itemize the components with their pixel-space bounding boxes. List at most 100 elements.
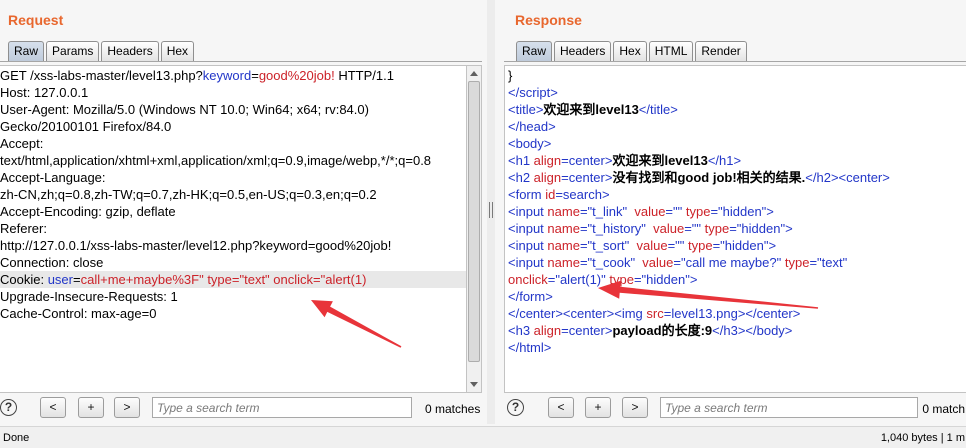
scroll-up-button[interactable] — [467, 66, 481, 81]
code-token: align — [533, 170, 562, 185]
code-line: zh-CN,zh;q=0.8,zh-TW;q=0.7,zh-HK;q=0.5,e… — [0, 186, 466, 203]
code-line: Connection: close — [0, 254, 466, 271]
code-token: ="" — [667, 238, 689, 253]
tab-raw[interactable]: Raw — [8, 41, 45, 61]
status-text: Done — [3, 432, 30, 444]
code-token: Accept-Language: — [0, 170, 106, 185]
code-token: ="call me maybe?" — [673, 255, 785, 270]
tab-raw[interactable]: Raw — [516, 41, 553, 61]
code-token: </title> — [638, 102, 678, 117]
response-tabs: Raw Headers Hex HTML Render — [516, 41, 747, 61]
code-token: </center><center><img — [508, 306, 647, 321]
code-token: </script> — [508, 85, 558, 100]
code-line: Accept-Encoding: gzip, deflate — [0, 203, 466, 220]
previous-match-button[interactable]: < — [548, 397, 574, 418]
tab-strip-line — [504, 61, 966, 62]
request-title: Request — [8, 12, 64, 28]
code-token: keyword — [202, 68, 252, 83]
code-token: type — [609, 272, 634, 287]
code-token: User-Agent: Mozilla/5.0 (Windows NT 10.0… — [0, 102, 369, 117]
code-token: call+me+maybe%3F" type="text" onclick="a… — [80, 272, 367, 287]
code-token: name — [547, 204, 580, 219]
code-token: payload的长度:9 — [612, 323, 713, 338]
tab-hex[interactable]: Hex — [613, 41, 647, 61]
search-options-button[interactable]: + — [585, 397, 611, 418]
code-token: </h2><center> — [805, 170, 890, 185]
code-line: <h2 align=center>没有找到和good job!相关的结果.</h… — [508, 169, 966, 186]
scroll-down-button[interactable] — [467, 377, 481, 392]
code-token: name — [547, 221, 580, 236]
code-token: src — [646, 306, 664, 321]
code-token: =search> — [555, 187, 610, 202]
response-title: Response — [515, 12, 582, 28]
code-token: ="hidden"> — [710, 204, 774, 219]
code-token: name — [547, 238, 580, 253]
code-line: Gecko/20100101 Firefox/84.0 — [0, 118, 466, 135]
code-line: <input name="t_sort" value="" type="hidd… — [508, 237, 966, 254]
next-match-button[interactable]: > — [114, 397, 140, 418]
help-icon[interactable]: ? — [507, 399, 524, 416]
code-token: value — [636, 238, 668, 253]
code-token: zh-CN,zh;q=0.8,zh-TW;q=0.7,zh-HK;q=0.5,e… — [0, 187, 377, 202]
previous-match-button[interactable]: < — [40, 397, 66, 418]
code-token: id — [545, 187, 556, 202]
tab-html[interactable]: HTML — [648, 41, 694, 61]
tab-params[interactable]: Params — [46, 41, 100, 61]
code-line: </head> — [508, 118, 966, 135]
request-editor[interactable]: GET /xss-labs-master/level13.php?keyword… — [0, 65, 467, 393]
pane-divider[interactable] — [487, 0, 495, 424]
request-search-input[interactable] — [152, 397, 412, 418]
code-line: User-Agent: Mozilla/5.0 (Windows NT 10.0… — [0, 101, 466, 118]
request-tabs: Raw Params Headers Hex — [8, 41, 195, 61]
code-token: align — [533, 153, 562, 168]
code-line: } — [508, 67, 966, 84]
code-token: ="t_sort" — [579, 238, 637, 253]
drag-handle-icon — [489, 202, 493, 218]
response-search-input[interactable] — [660, 397, 918, 418]
scroll-thumb[interactable] — [468, 81, 480, 363]
code-line: </form> — [508, 288, 966, 305]
response-editor[interactable]: } </script> <title>欢迎来到level13</title> </he… — [504, 65, 966, 393]
code-token: onclick — [508, 272, 548, 287]
tab-headers[interactable]: Headers — [101, 41, 159, 61]
code-line: <input name="t_cook" value="call me mayb… — [508, 254, 966, 271]
code-line: <input name="t_history" value="" type="h… — [508, 220, 966, 237]
code-token: } — [508, 68, 513, 83]
code-token: <form — [508, 187, 546, 202]
request-scrollbar[interactable] — [466, 65, 482, 393]
code-line: Referer: — [0, 220, 466, 237]
code-token: <title> — [508, 102, 544, 117]
code-line: <title>欢迎来到level13</title> — [508, 101, 966, 118]
tab-headers[interactable]: Headers — [554, 41, 612, 61]
code-line: Accept: — [0, 135, 466, 152]
code-token: Cookie: — [0, 272, 48, 287]
code-line: Accept-Language: — [0, 169, 466, 186]
help-icon[interactable]: ? — [0, 399, 17, 416]
code-token: ="t_cook" — [579, 255, 643, 270]
code-token: type — [685, 204, 711, 219]
tab-hex[interactable]: Hex — [160, 41, 195, 61]
code-line-highlighted: Cookie: user=call+me+maybe%3F" type="tex… — [0, 271, 466, 288]
code-token: user — [47, 272, 73, 287]
code-token: value — [653, 221, 685, 236]
code-line: <h3 align=center>payload的长度:9</h3></body… — [508, 322, 966, 339]
code-token: 欢迎来到level13 — [612, 153, 708, 168]
code-token: value — [634, 204, 666, 219]
code-token: type — [704, 221, 730, 236]
tab-render[interactable]: Render — [695, 41, 747, 61]
code-token: </form> — [508, 289, 553, 304]
next-match-button[interactable]: > — [622, 397, 648, 418]
code-token: ="alert(1)" — [547, 272, 610, 287]
code-line: </center><center><img src=level13.png></… — [508, 305, 966, 322]
search-options-button[interactable]: + — [78, 397, 104, 418]
code-token: Connection: close — [0, 255, 104, 270]
code-token: <input — [508, 255, 548, 270]
code-token: =center> — [561, 170, 613, 185]
code-token: Host: 127.0.0.1 — [0, 85, 89, 100]
code-line: <h1 align=center>欢迎来到level13</h1> — [508, 152, 966, 169]
code-line: <form id=search> — [508, 186, 966, 203]
code-token: align — [533, 323, 562, 338]
arrow-down-icon — [470, 382, 478, 387]
code-token: type — [784, 255, 810, 270]
code-token: <input — [508, 238, 548, 253]
